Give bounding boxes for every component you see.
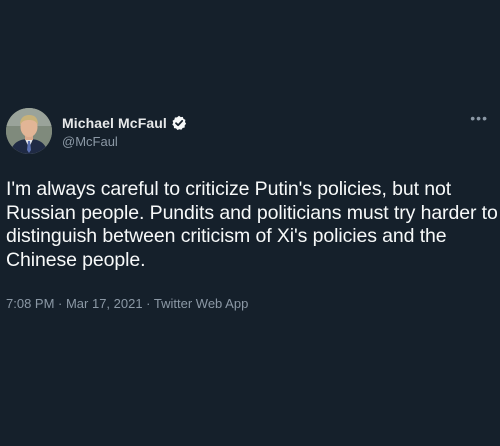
verified-badge-icon <box>171 115 187 131</box>
more-options-icon[interactable]: ••• <box>470 111 488 125</box>
author-display-name[interactable]: Michael McFaul <box>62 115 167 131</box>
tweet-text: I'm always careful to criticize Putin's … <box>6 178 498 271</box>
tweet-card: Michael McFaul @McFaul ••• I'm always ca… <box>0 0 500 446</box>
profile-photo <box>6 108 52 154</box>
author-handle[interactable]: @McFaul <box>62 134 118 149</box>
tweet-timestamp[interactable]: 7:08 PM · Mar 17, 2021 · Twitter Web App <box>6 296 248 311</box>
avatar[interactable] <box>6 108 52 154</box>
author-name-row[interactable]: Michael McFaul <box>62 114 187 132</box>
